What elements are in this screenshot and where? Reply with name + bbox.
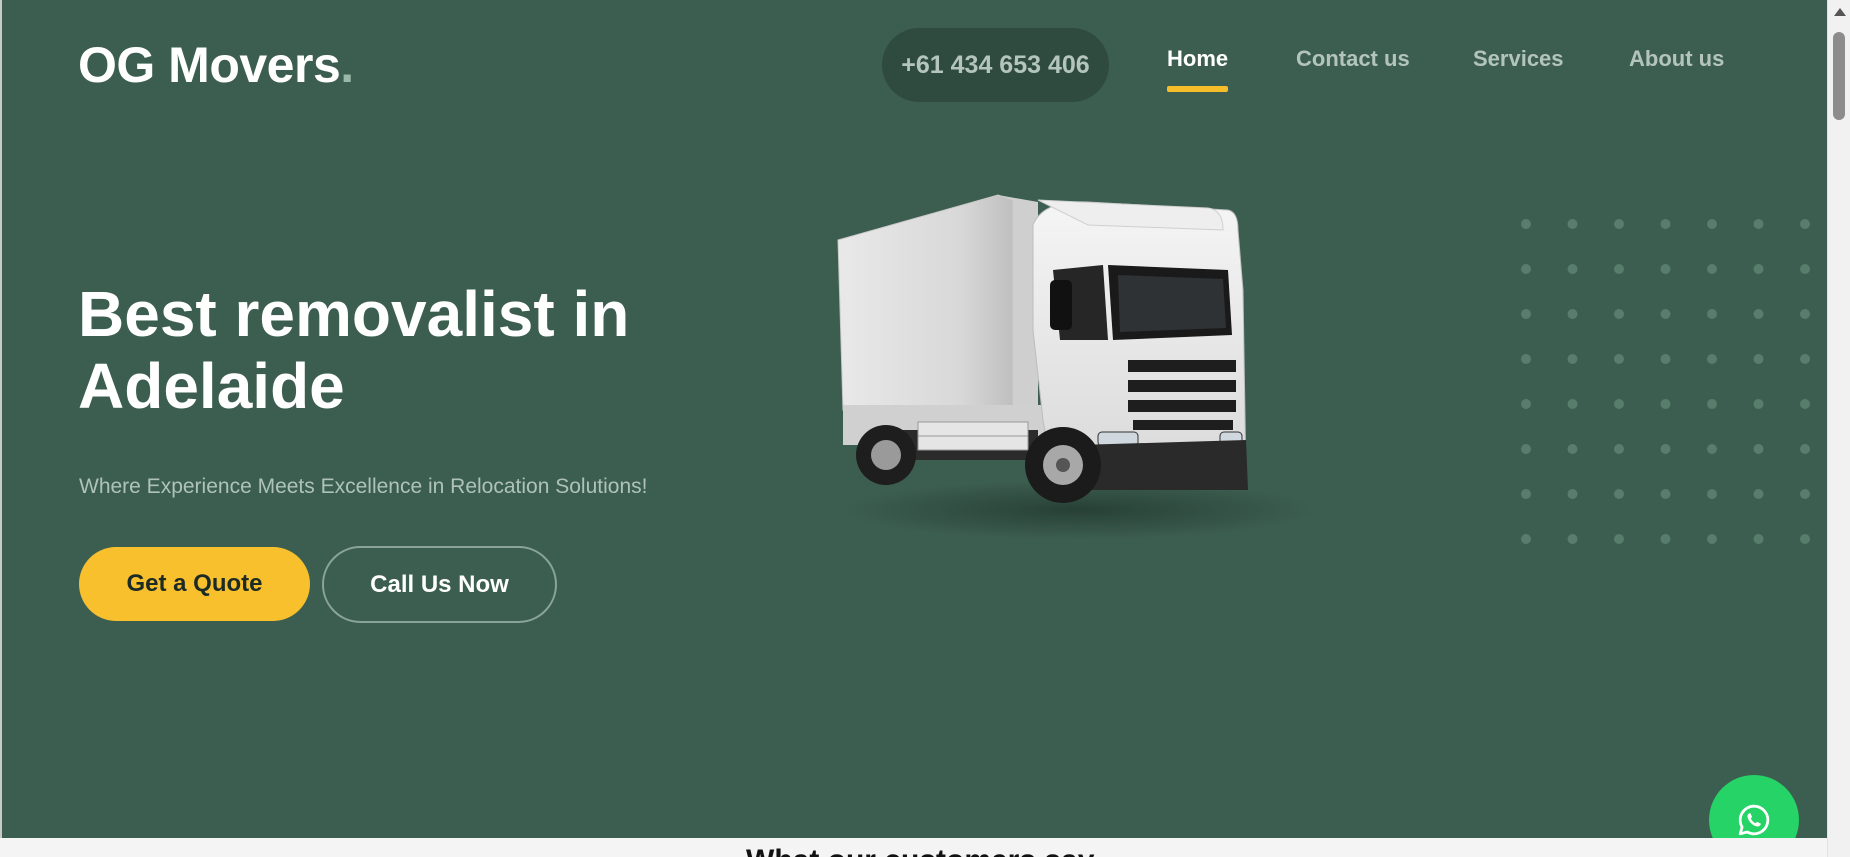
grid-dot xyxy=(1614,489,1624,499)
grid-dot xyxy=(1660,219,1671,229)
grid-dot xyxy=(1753,354,1764,364)
headline-line-2: Adelaide xyxy=(78,350,345,422)
grid-dot xyxy=(1753,399,1764,409)
grid-dot xyxy=(1800,219,1810,229)
hero-subline: Where Experience Meets Excellence in Rel… xyxy=(79,475,648,498)
logo-text: OG Movers xyxy=(78,37,341,93)
whatsapp-icon xyxy=(1738,804,1770,836)
grid-dot xyxy=(1614,309,1624,319)
grid-dot xyxy=(1521,219,1531,229)
scrollbar-thumb[interactable] xyxy=(1833,32,1845,120)
grid-dot xyxy=(1753,534,1764,544)
grid-dot xyxy=(1521,399,1531,409)
site-logo[interactable]: OG Movers. xyxy=(78,36,354,94)
scroll-up-arrow-icon[interactable] xyxy=(1834,8,1846,16)
testimonials-section: What our customers say xyxy=(0,838,1827,857)
headline-line-1: Best removalist in xyxy=(78,278,630,350)
nav-services[interactable]: Services xyxy=(1473,46,1564,72)
phone-number-link[interactable]: +61 434 653 406 xyxy=(882,28,1109,102)
grid-dot xyxy=(1707,399,1717,409)
grid-dot xyxy=(1660,309,1671,319)
grid-dot xyxy=(1567,354,1578,364)
grid-dot xyxy=(1567,399,1578,409)
grid-dot xyxy=(1660,489,1671,499)
grid-dot xyxy=(1753,264,1764,274)
grid-dot xyxy=(1800,489,1810,499)
grid-dot xyxy=(1521,444,1531,454)
grid-dot xyxy=(1707,264,1717,274)
grid-dot xyxy=(1614,399,1624,409)
grid-dot xyxy=(1800,399,1810,409)
nav-home[interactable]: Home xyxy=(1167,46,1229,92)
grid-dot xyxy=(1660,534,1671,544)
hero-section: OG Movers. +61 434 653 406 Home Contact … xyxy=(0,0,1827,857)
grid-dot xyxy=(1614,264,1624,274)
grid-dot xyxy=(1707,354,1717,364)
grid-dot xyxy=(1660,399,1671,409)
grid-dot xyxy=(1753,489,1764,499)
grid-dot xyxy=(1707,219,1717,229)
grid-dot xyxy=(1660,354,1671,364)
grid-dot xyxy=(1800,264,1810,274)
logo-dot: . xyxy=(340,37,354,93)
nav-about-us[interactable]: About us xyxy=(1629,46,1724,72)
grid-dot xyxy=(1707,309,1717,319)
grid-dot xyxy=(1567,309,1578,319)
grid-dot xyxy=(1614,219,1624,229)
grid-dot xyxy=(1800,354,1810,364)
grid-dot xyxy=(1521,264,1531,274)
nav-contact-us[interactable]: Contact us xyxy=(1296,46,1410,72)
grid-dot xyxy=(1707,489,1717,499)
grid-dot xyxy=(1800,534,1810,544)
grid-dot xyxy=(1567,264,1578,274)
grid-dot xyxy=(1660,264,1671,274)
grid-dot xyxy=(1660,444,1671,454)
hero-headline: Best removalist in Adelaide xyxy=(78,278,718,422)
grid-dot xyxy=(1567,444,1578,454)
grid-dot xyxy=(1707,444,1717,454)
testimonials-heading: What our customers say xyxy=(746,844,1094,857)
grid-dot xyxy=(1753,219,1764,229)
grid-dot xyxy=(1521,534,1531,544)
grid-dot xyxy=(1614,354,1624,364)
nav-home-label: Home xyxy=(1167,46,1229,71)
call-us-now-button[interactable]: Call Us Now xyxy=(322,546,557,623)
truck-image xyxy=(837,194,1318,540)
grid-dot xyxy=(1521,309,1531,319)
grid-dot xyxy=(1521,489,1531,499)
grid-dot xyxy=(1614,534,1624,544)
grid-dot xyxy=(1567,534,1578,544)
grid-dot xyxy=(1800,309,1810,319)
get-a-quote-button[interactable]: Get a Quote xyxy=(79,547,310,621)
grid-dot xyxy=(1800,444,1810,454)
nav-active-indicator xyxy=(1167,86,1229,92)
grid-dot xyxy=(1707,534,1717,544)
grid-dot xyxy=(1753,444,1764,454)
grid-dot xyxy=(1567,219,1578,229)
grid-dot xyxy=(1567,489,1578,499)
grid-dot xyxy=(1521,354,1531,364)
page-scrollbar[interactable] xyxy=(1827,0,1850,857)
grid-dot xyxy=(1614,444,1624,454)
decorative-dot-grid xyxy=(1521,219,1810,544)
grid-dot xyxy=(1753,309,1764,319)
